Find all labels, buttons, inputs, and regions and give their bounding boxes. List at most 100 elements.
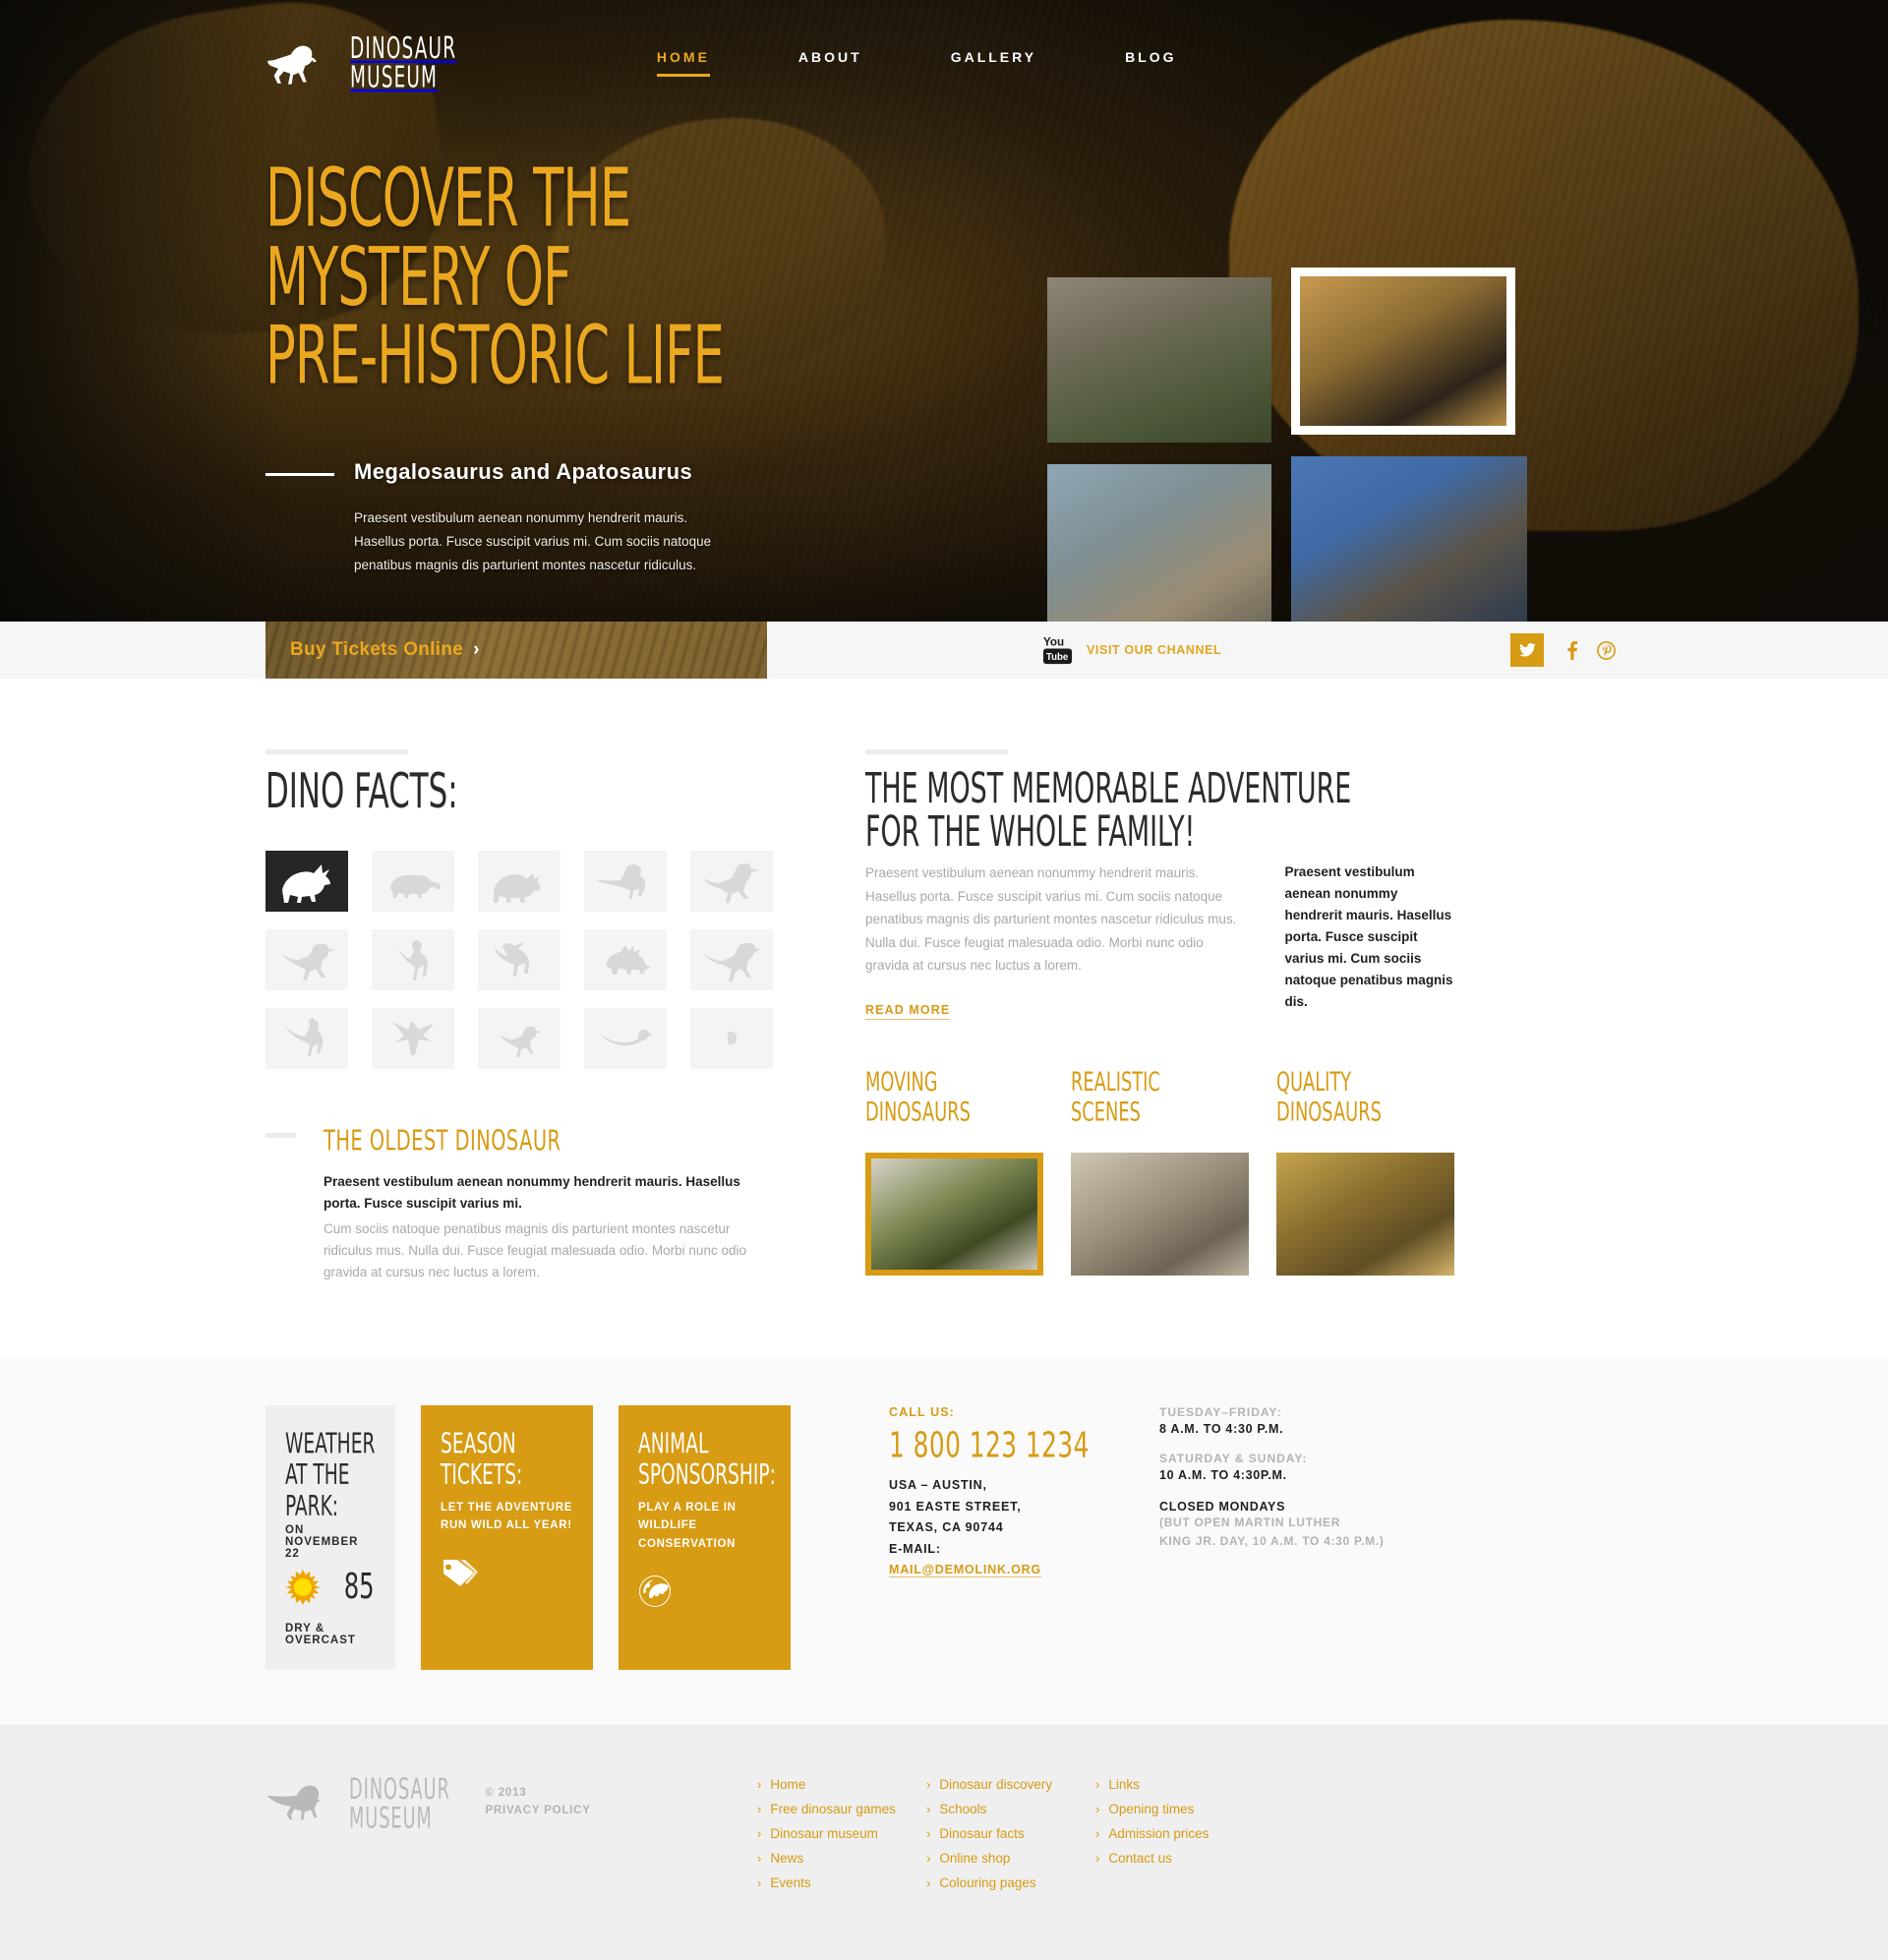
list-item[interactable]: Events [757, 1874, 926, 1892]
nav-item-gallery[interactable]: GALLERY [951, 49, 1036, 77]
postal-address: USA – AUSTIN, 901 EASTE STREET, TEXAS, C… [889, 1475, 1110, 1581]
dino-icon-gallimimus[interactable] [372, 928, 454, 990]
dino-icon-triceratops-side[interactable] [478, 850, 560, 912]
season-tickets-card[interactable]: SEASON TICKETS: LET THE ADVENTURE RUN WI… [421, 1405, 593, 1670]
season-tickets-title-line-2: TICKETS: [441, 1460, 523, 1492]
feature-2-title: REALISTIC SCENES [1071, 1068, 1231, 1128]
twitter-icon[interactable] [1510, 633, 1544, 667]
dino-icon-velociraptor[interactable] [690, 850, 773, 912]
feature-quality-dinosaurs[interactable]: QUALITY DINOSAURS [1276, 1067, 1454, 1277]
read-more-link[interactable]: READ MORE [865, 1003, 951, 1020]
list-item[interactable]: Opening times [1095, 1801, 1265, 1818]
footer-link-events[interactable]: Events [757, 1875, 810, 1890]
hero-thumb-2-active[interactable] [1291, 267, 1515, 435]
footer-link-links[interactable]: Links [1095, 1777, 1140, 1792]
nav-item-about[interactable]: ABOUT [798, 49, 862, 77]
sponsorship-title-line-2: SPONSORSHIP: [638, 1460, 776, 1492]
privacy-policy-link[interactable]: PRIVACY POLICY [485, 1805, 590, 1816]
nav-item-home[interactable]: HOME [656, 49, 710, 77]
footer-link-admission-prices[interactable]: Admission prices [1095, 1826, 1209, 1841]
footer-copyright-block: © 2013 PRIVACY POLICY [485, 1784, 590, 1820]
closed-mondays-title: CLOSED MONDAYS [1159, 1500, 1286, 1515]
footer-link-home[interactable]: Home [757, 1777, 805, 1792]
hero-thumb-4[interactable] [1291, 456, 1527, 622]
hero-thumb-1[interactable] [1047, 277, 1271, 443]
list-item[interactable]: Admission prices [1095, 1825, 1265, 1843]
footer-link-colouring-pages[interactable]: Colouring pages [926, 1875, 1035, 1890]
footer-link-schools[interactable]: Schools [926, 1802, 986, 1816]
hero-thumbnail-gallery[interactable] [1047, 267, 1608, 636]
dino-icon-diplodocus[interactable] [266, 1007, 348, 1069]
hero-thumb-3-image [1047, 464, 1271, 622]
adventure-aside: Praesent vestibulum aenean nonummy hendr… [1284, 864, 1453, 1009]
logo-text: Dinosaur Museum [350, 33, 456, 92]
dino-icon-more[interactable] [690, 1007, 773, 1069]
list-item[interactable]: Contact us [1095, 1850, 1265, 1868]
hero-section: Dinosaur Museum HOME ABOUT GALLERY BLOG [0, 0, 1888, 679]
list-item[interactable]: Dinosaur discovery [926, 1776, 1095, 1794]
list-item[interactable]: Online shop [926, 1850, 1095, 1868]
footer-link-online-shop[interactable]: Online shop [926, 1851, 1010, 1866]
footer-link-contact-us[interactable]: Contact us [1095, 1851, 1172, 1866]
buy-tickets-button[interactable]: Buy Tickets Online › [290, 639, 480, 661]
footer-link-dinosaur-museum[interactable]: Dinosaur museum [757, 1826, 878, 1841]
dino-icon-grid[interactable] [266, 850, 777, 1069]
hero-thumb-3[interactable] [1047, 464, 1271, 622]
hero-subtitle: Megalosaurus and Apatosaurus [354, 459, 693, 485]
pinterest-icon[interactable] [1589, 633, 1622, 667]
facebook-icon[interactable] [1556, 633, 1589, 667]
dino-icon-ankylosaurus[interactable] [372, 850, 454, 912]
dino-facts-column: DINO FACTS: THE OLDEST DINOSAUR Praesent… [266, 749, 777, 1283]
weather-card: WEATHER AT THE PARK: ON NOVEMBER 22 85 D… [266, 1405, 395, 1670]
buy-tickets-label: Buy Tickets Online [290, 639, 464, 660]
dino-icon-tyrannosaurus[interactable] [690, 928, 773, 990]
list-item[interactable]: Free dinosaur games [757, 1801, 926, 1818]
season-tickets-title-line-1: SEASON [441, 1429, 516, 1460]
list-item[interactable]: Dinosaur museum [757, 1825, 926, 1843]
dino-icon-parasaurolophus[interactable] [478, 928, 560, 990]
moving-dinosaurs-photo[interactable] [865, 1153, 1043, 1277]
sun-icon [285, 1569, 321, 1605]
list-item[interactable]: Dinosaur facts [926, 1825, 1095, 1843]
footer-dinosaur-silhouette-icon [266, 1780, 336, 1821]
list-item[interactable]: Schools [926, 1801, 1095, 1818]
list-item[interactable]: News [757, 1850, 926, 1868]
dino-icon-compsognathus[interactable] [478, 1007, 560, 1069]
feature-realistic-scenes[interactable]: REALISTIC SCENES [1071, 1067, 1249, 1277]
feature-moving-dinosaurs[interactable]: MOVING DINOSAURS [865, 1067, 1043, 1277]
dino-icon-plesiosaur[interactable] [584, 1007, 667, 1069]
dino-icon-brachiosaurus[interactable] [584, 850, 667, 912]
realistic-scenes-photo[interactable] [1071, 1153, 1249, 1277]
footer-link-dinosaur-discovery[interactable]: Dinosaur discovery [926, 1777, 1052, 1792]
list-item[interactable]: Home [757, 1776, 926, 1794]
dino-icon-pterodactyl[interactable] [372, 1007, 454, 1069]
nav-item-blog[interactable]: BLOG [1125, 49, 1176, 77]
svg-text:Tube: Tube [1046, 652, 1069, 663]
adventure-main-text-column: Praesent vestibulum aenean nonummy hendr… [865, 861, 1246, 1020]
footer-logo-line-2: Museum [349, 1800, 433, 1834]
animal-sponsorship-card[interactable]: ANIMAL SPONSORSHIP: PLAY A ROLE IN WILDL… [619, 1405, 791, 1670]
globe-icon [638, 1574, 771, 1608]
header-bar: Dinosaur Museum HOME ABOUT GALLERY BLOG [0, 0, 1888, 91]
list-item[interactable]: Colouring pages [926, 1874, 1095, 1892]
feature-1-title: MOVING DINOSAURS [865, 1068, 1026, 1128]
quality-dinosaurs-photo[interactable] [1276, 1153, 1454, 1277]
hero-left-shade [0, 0, 295, 679]
footer-logo-block[interactable]: Dinosaur Museum © 2013 PRIVACY POLICY [266, 1774, 629, 1899]
dino-icon-triceratops[interactable] [266, 850, 348, 912]
weather-temperature: 85 [343, 1566, 375, 1608]
list-item[interactable]: Links [1095, 1776, 1265, 1794]
phone-number: 1 800 123 1234 [889, 1425, 1090, 1467]
main-navigation[interactable]: HOME ABOUT GALLERY BLOG [656, 49, 1177, 77]
email-link[interactable]: MAIL@DEMOLINK.ORG [889, 1563, 1041, 1578]
footer-link-dinosaur-facts[interactable]: Dinosaur facts [926, 1826, 1024, 1841]
footer-link-opening-times[interactable]: Opening times [1095, 1802, 1194, 1816]
social-links[interactable] [1510, 622, 1622, 679]
youtube-channel-block[interactable]: You Tube VISIT OUR CHANNEL [1042, 622, 1221, 679]
site-logo[interactable]: Dinosaur Museum [266, 33, 480, 91]
footer-link-news[interactable]: News [757, 1851, 803, 1866]
dino-icon-stegosaurus[interactable] [584, 928, 667, 990]
footer-link-free-games[interactable]: Free dinosaur games [757, 1802, 896, 1816]
dino-icon-raptor-running[interactable] [266, 928, 348, 990]
buy-tickets-block[interactable]: Buy Tickets Online › [266, 622, 767, 679]
